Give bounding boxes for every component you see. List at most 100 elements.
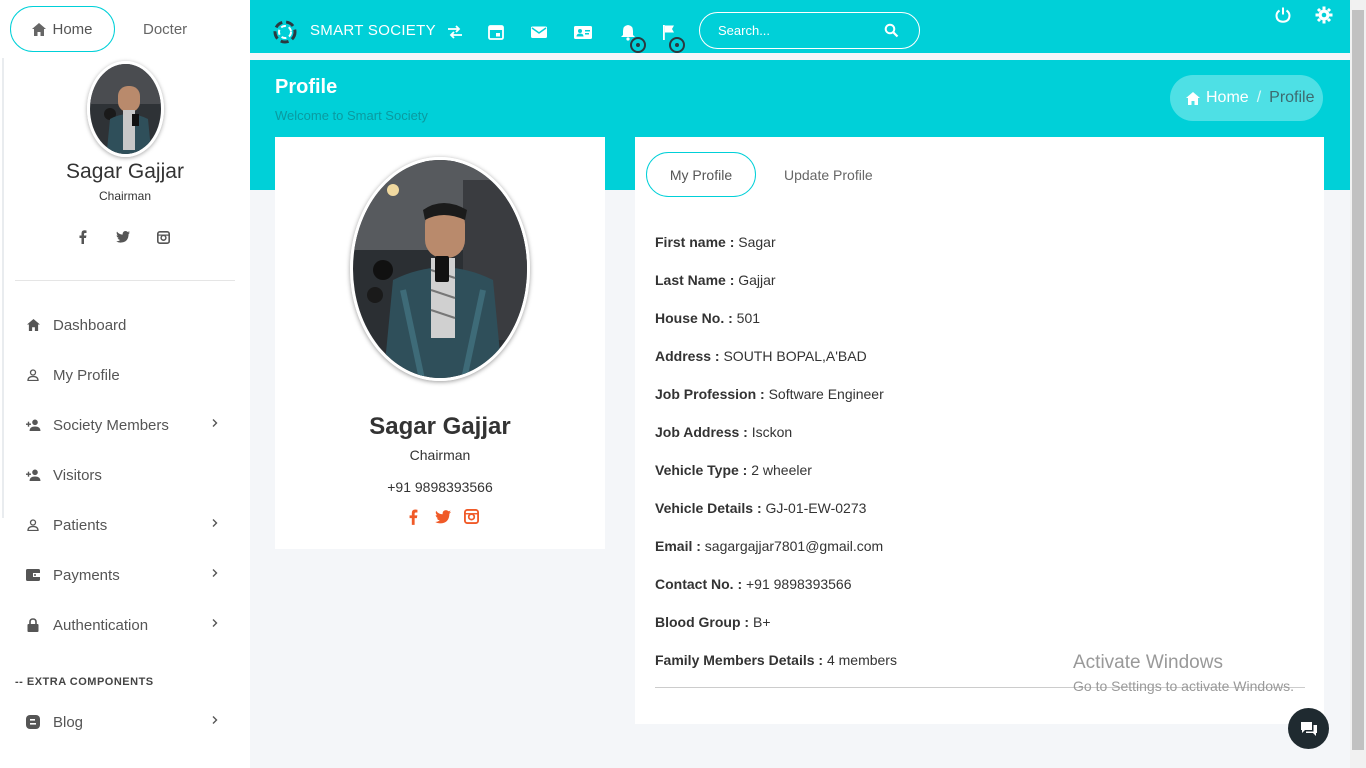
brand-name[interactable]: SMART SOCIETY [310, 22, 436, 39]
field-family-members: Family Members Details : 4 members [655, 652, 897, 690]
breadcrumb-current: Profile [1269, 89, 1315, 106]
field-label: House No. : [655, 310, 733, 326]
sidebar-item-label: Blog [53, 713, 84, 731]
profile-role: Chairman [409, 447, 471, 463]
field-job-profession: Job Profession : Software Engineer [655, 386, 897, 424]
field-value: SOUTH BOPAL,A'BAD [723, 348, 867, 364]
sidebar-item-blog[interactable]: Blog [0, 697, 250, 747]
sidebar-item-label: Society Members [53, 416, 169, 434]
sidebar-menu: Dashboard My Profile Society Members Vis… [0, 300, 250, 650]
search-input[interactable] [718, 23, 868, 38]
lock-icon [25, 617, 41, 633]
field-value: 2 wheeler [751, 462, 812, 478]
field-value: 501 [736, 310, 761, 326]
field-label: Address : [655, 348, 720, 364]
profile-details-card: My Profile Update Profile First name : S… [635, 137, 1324, 724]
tab-docter[interactable]: Docter [143, 21, 187, 38]
field-value: B+ [752, 614, 771, 630]
power-icon[interactable] [1274, 6, 1292, 24]
profile-card: Sagar Gajjar Chairman +91 9898393566 [275, 137, 605, 549]
field-label: Family Members Details : [655, 652, 824, 668]
sidebar-item-my-profile[interactable]: My Profile [0, 350, 250, 400]
twitter-icon[interactable] [114, 228, 132, 246]
chevron-right-icon [212, 419, 218, 427]
field-value: Software Engineer [768, 386, 884, 402]
sidebar-user-role: Chairman [98, 189, 152, 203]
profile-avatar [350, 157, 530, 381]
breadcrumb-home[interactable]: Home [1206, 89, 1249, 107]
home-icon [32, 22, 47, 36]
calendar-icon[interactable] [487, 23, 505, 41]
sidebar-item-visitors[interactable]: Visitors [0, 450, 250, 500]
user-plus-icon [25, 417, 41, 433]
tab-my-profile[interactable]: My Profile [646, 152, 756, 197]
top-navbar: SMART SOCIETY [250, 0, 1350, 53]
sidebar: Home Docter Sagar Gajjar Chairman Dashbo… [0, 0, 250, 768]
sidebar-blog-group: Blog [0, 697, 250, 747]
field-label: Job Address : [655, 424, 748, 440]
sidebar-item-dashboard[interactable]: Dashboard [0, 300, 250, 350]
chevron-right-icon [212, 619, 218, 627]
chevron-right-icon [212, 519, 218, 527]
twitter-icon[interactable] [433, 507, 452, 526]
breadcrumb: Home / Profile [1170, 75, 1323, 121]
field-label: Vehicle Details : [655, 500, 762, 516]
facebook-icon[interactable] [404, 507, 423, 526]
home-icon [1186, 91, 1200, 105]
field-blood-group: Blood Group : B+ [655, 614, 897, 652]
field-label: First name : [655, 234, 735, 250]
field-vehicle-details: Vehicle Details : GJ-01-EW-0273 [655, 500, 897, 538]
field-label: Blood Group : [655, 614, 750, 630]
field-label: Contact No. : [655, 576, 743, 592]
chevron-right-icon [212, 569, 218, 577]
user-plus-icon [25, 467, 41, 483]
mail-icon[interactable] [530, 23, 548, 41]
tab-home-label: Home [52, 20, 93, 38]
search-icon[interactable] [884, 23, 899, 38]
page-title: Profile [275, 76, 338, 98]
sidebar-item-label: Authentication [53, 616, 149, 634]
field-value: Gajjar [738, 272, 776, 288]
flag-badge [669, 37, 685, 53]
sidebar-item-patients[interactable]: Patients [0, 500, 250, 550]
sidebar-social-links [74, 228, 172, 246]
field-value: 4 members [826, 652, 897, 668]
gear-icon[interactable] [1315, 6, 1333, 24]
breadcrumb-separator: / [1256, 89, 1262, 106]
field-value: +91 9898393566 [746, 576, 852, 592]
field-value: Isckon [751, 424, 793, 440]
sidebar-item-payments[interactable]: Payments [0, 550, 250, 600]
watermark-subtitle: Go to Settings to activate Windows. [1073, 678, 1294, 694]
sidebar-item-label: Visitors [53, 466, 102, 484]
scrollbar-thumb[interactable] [1352, 10, 1364, 750]
instagram-icon[interactable] [154, 228, 172, 246]
sidebar-top-tabs: Home Docter [10, 6, 187, 52]
facebook-icon[interactable] [74, 228, 92, 246]
sidebar-item-authentication[interactable]: Authentication [0, 600, 250, 650]
tab-home[interactable]: Home [10, 6, 115, 52]
field-job-address: Job Address : Isckon [655, 424, 897, 462]
tab-update-profile[interactable]: Update Profile [784, 167, 873, 183]
logo-icon[interactable] [271, 18, 299, 46]
profile-phone: +91 9898393566 [387, 479, 493, 495]
sidebar-item-label: My Profile [53, 366, 120, 384]
contact-card-icon[interactable] [574, 23, 592, 41]
field-contact-no: Contact No. : +91 9898393566 [655, 576, 897, 614]
profile-name: Sagar Gajjar [369, 413, 511, 440]
page-scrollbar[interactable] [1350, 0, 1366, 768]
extra-components-label: -- EXTRA COMPONENTS [15, 676, 154, 688]
field-last-name: Last Name : Gajjar [655, 272, 897, 310]
sidebar-item-society-members[interactable]: Society Members [0, 400, 250, 450]
instagram-icon[interactable] [462, 507, 481, 526]
field-value: Sagar [738, 234, 776, 250]
field-value: sagargajjar7801@gmail.com [704, 538, 884, 554]
field-first-name: First name : Sagar [655, 234, 897, 272]
field-value: GJ-01-EW-0273 [765, 500, 867, 516]
swap-icon[interactable] [446, 23, 464, 41]
chat-button[interactable] [1288, 708, 1329, 749]
user-icon [25, 367, 41, 383]
field-label: Vehicle Type : [655, 462, 748, 478]
sidebar-item-label: Dashboard [53, 316, 127, 334]
windows-activation-watermark: Activate Windows Go to Settings to activ… [1073, 652, 1294, 694]
sidebar-item-label: Patients [53, 516, 108, 534]
